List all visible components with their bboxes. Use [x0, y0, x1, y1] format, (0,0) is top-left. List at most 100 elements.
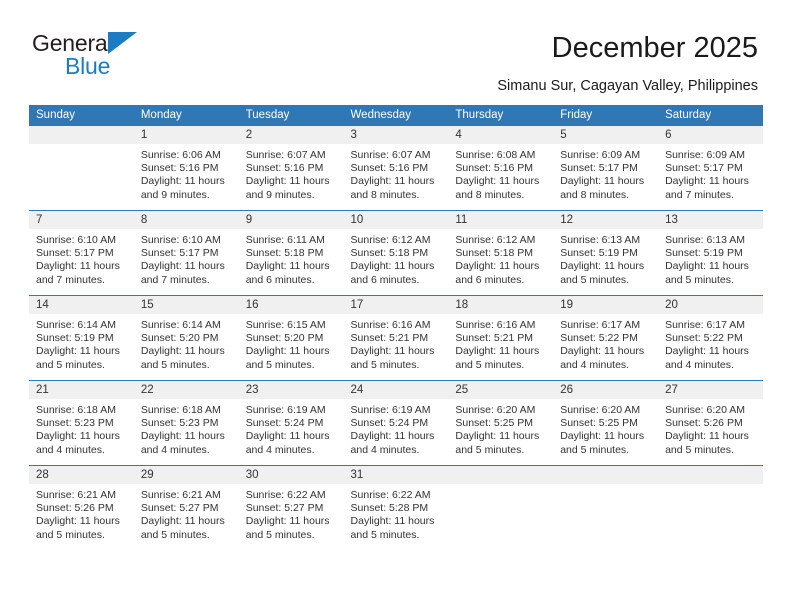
sunrise-text: Sunrise: 6:20 AM — [665, 404, 746, 416]
sunset-text: Sunset: 5:27 PM — [245, 502, 324, 515]
daylight-text: Daylight: 11 hours and 8 minutes. — [560, 175, 645, 201]
sunset-text: Sunset: 5:17 PM — [665, 162, 743, 175]
calendar-day-cell[interactable]: 15 Sunrise: 6:14 AM Sunset: 5:20 PM Dayligh… — [133, 295, 239, 381]
triangle-icon — [108, 32, 137, 54]
daylight-text: Daylight: 11 hours and 5 minutes. — [560, 260, 645, 286]
day-number: 16 — [238, 296, 344, 314]
sunrise-text: Sunrise: 6:13 AM — [560, 234, 641, 246]
sunset-text: Sunset: 5:28 PM — [350, 502, 429, 515]
calendar-day-cell[interactable]: 5 Sunrise: 6:09 AM Sunset: 5:17 PM Daylight… — [553, 126, 659, 211]
day-number — [658, 466, 763, 484]
day-number: 3 — [343, 126, 449, 144]
calendar-day-cell[interactable]: 13 Sunrise: 6:13 AM Sunset: 5:19 PM Dayligh… — [658, 210, 763, 296]
calendar-day-cell[interactable]: 10 Sunrise: 6:12 AM Sunset: 5:18 PM Dayligh… — [343, 210, 449, 296]
daylight-text: Daylight: 11 hours and 5 minutes. — [455, 345, 540, 371]
sunset-text: Sunset: 5:27 PM — [140, 502, 219, 515]
sunrise-text: Sunrise: 6:11 AM — [245, 234, 325, 246]
calendar-day-cell[interactable]: 28 Sunrise: 6:21 AM Sunset: 5:26 PM Dayligh… — [29, 465, 134, 550]
calendar-day-cell[interactable]: 7 Sunrise: 6:10 AM Sunset: 5:17 PM Daylight… — [29, 210, 134, 296]
sunset-text: Sunset: 5:18 PM — [350, 247, 429, 260]
day-number: 4 — [448, 126, 554, 144]
calendar-day-cell[interactable]: 24 Sunrise: 6:19 AM Sunset: 5:24 PM Dayligh… — [343, 380, 449, 466]
day-number: 20 — [658, 296, 763, 314]
calendar-day-cell[interactable]: 27 Sunrise: 6:20 AM Sunset: 5:26 PM Dayligh… — [658, 380, 763, 466]
sunrise-text: Sunrise: 6:10 AM — [140, 234, 221, 246]
day-sun-info: Sunrise: 6:20 AM Sunset: 5:26 PM Daylight:… — [658, 399, 763, 457]
day-number: 14 — [29, 296, 134, 314]
calendar-day-cell[interactable]: 19 Sunrise: 6:17 AM Sunset: 5:22 PM Dayligh… — [553, 295, 659, 381]
sunrise-text: Sunrise: 6:21 AM — [36, 489, 116, 501]
sunrise-text: Sunrise: 6:21 AM — [140, 489, 221, 501]
day-number: 11 — [448, 211, 554, 229]
calendar-day-cell[interactable]: 30 Sunrise: 6:22 AM Sunset: 5:27 PM Dayligh… — [238, 465, 344, 550]
calendar-day-cell[interactable]: 25 Sunrise: 6:20 AM Sunset: 5:25 PM Dayligh… — [448, 380, 554, 466]
day-sun-info: Sunrise: 6:12 AM Sunset: 5:18 PM Daylight:… — [448, 229, 553, 287]
calendar-day-cell[interactable]: 21 Sunrise: 6:18 AM Sunset: 5:23 PM Dayligh… — [29, 380, 134, 466]
day-sun-info: Sunrise: 6:15 AM Sunset: 5:20 PM Daylight:… — [239, 314, 344, 372]
sunset-text: Sunset: 5:22 PM — [560, 332, 638, 345]
sunset-text: Sunset: 5:25 PM — [560, 417, 638, 430]
weekday-header-saturday: Saturday — [658, 105, 763, 126]
calendar-day-cell[interactable]: 6 Sunrise: 6:09 AM Sunset: 5:17 PM Daylight… — [658, 126, 763, 211]
calendar-day-cell[interactable]: 4 Sunrise: 6:08 AM Sunset: 5:16 PM Daylight… — [448, 126, 554, 211]
day-number: 7 — [29, 211, 134, 229]
sunset-text: Sunset: 5:22 PM — [665, 332, 743, 345]
calendar-day-cell[interactable]: 29 Sunrise: 6:21 AM Sunset: 5:27 PM Dayligh… — [133, 465, 239, 550]
day-number: 19 — [553, 296, 659, 314]
calendar-day-cell[interactable]: 26 Sunrise: 6:20 AM Sunset: 5:25 PM Dayligh… — [553, 380, 659, 466]
calendar-day-cell[interactable]: 16 Sunrise: 6:15 AM Sunset: 5:20 PM Dayligh… — [238, 295, 344, 381]
daylight-text: Daylight: 11 hours and 5 minutes. — [245, 345, 330, 371]
day-number: 8 — [133, 211, 239, 229]
day-sun-info: Sunrise: 6:20 AM Sunset: 5:25 PM Daylight:… — [553, 399, 658, 457]
calendar-day-cell[interactable]: 20 Sunrise: 6:17 AM Sunset: 5:22 PM Dayligh… — [658, 295, 763, 381]
day-sun-info: Sunrise: 6:20 AM Sunset: 5:25 PM Daylight:… — [448, 399, 553, 457]
sunset-text: Sunset: 5:24 PM — [350, 417, 429, 430]
calendar-day-cell[interactable]: 23 Sunrise: 6:19 AM Sunset: 5:24 PM Dayligh… — [238, 380, 344, 466]
sunrise-text: Sunrise: 6:19 AM — [245, 404, 326, 416]
day-number: 29 — [133, 466, 239, 484]
sunrise-text: Sunrise: 6:13 AM — [665, 234, 746, 246]
daylight-text: Daylight: 11 hours and 8 minutes. — [350, 175, 435, 201]
calendar-week-row: 21 Sunrise: 6:18 AM Sunset: 5:23 PM Dayligh… — [29, 380, 763, 466]
calendar-day-cell[interactable]: 9 Sunrise: 6:11 AM Sunset: 5:18 PM Daylight… — [238, 210, 344, 296]
day-sun-info: Sunrise: 6:09 AM Sunset: 5:17 PM Daylight:… — [553, 144, 658, 202]
calendar-day-cell[interactable]: 2 Sunrise: 6:07 AM Sunset: 5:16 PM Daylight… — [238, 126, 344, 211]
calendar-day-cell[interactable]: 11 Sunrise: 6:12 AM Sunset: 5:18 PM Dayligh… — [448, 210, 554, 296]
sunset-text: Sunset: 5:17 PM — [140, 247, 219, 260]
calendar-page: General Blue December 2025 Simanu Sur, C… — [0, 0, 792, 612]
sunrise-text: Sunrise: 6:22 AM — [245, 489, 326, 501]
calendar-day-cell[interactable]: 3 Sunrise: 6:07 AM Sunset: 5:16 PM Daylight… — [343, 126, 449, 211]
day-number — [29, 126, 134, 144]
day-sun-info: Sunrise: 6:18 AM Sunset: 5:23 PM Daylight:… — [134, 399, 239, 457]
day-number: 10 — [343, 211, 449, 229]
day-number: 27 — [658, 381, 763, 399]
sunset-text: Sunset: 5:20 PM — [140, 332, 219, 345]
calendar-day-cell[interactable]: 12 Sunrise: 6:13 AM Sunset: 5:19 PM Dayligh… — [553, 210, 659, 296]
calendar-day-cell[interactable]: 17 Sunrise: 6:16 AM Sunset: 5:21 PM Dayligh… — [343, 295, 449, 381]
day-sun-info: Sunrise: 6:09 AM Sunset: 5:17 PM Daylight:… — [658, 144, 763, 202]
calendar-day-cell[interactable]: 1 Sunrise: 6:06 AM Sunset: 5:16 PM Daylight… — [133, 126, 239, 211]
calendar-day-cell[interactable]: 18 Sunrise: 6:16 AM Sunset: 5:21 PM Dayligh… — [448, 295, 554, 381]
calendar-body: 1 Sunrise: 6:06 AM Sunset: 5:16 PM Daylight… — [29, 126, 763, 550]
calendar-week-row: 1 Sunrise: 6:06 AM Sunset: 5:16 PM Daylight… — [29, 126, 763, 211]
calendar-table: Sunday Monday Tuesday Wednesday Thursday… — [29, 105, 763, 550]
day-number: 26 — [553, 381, 659, 399]
sunrise-text: Sunrise: 6:07 AM — [350, 149, 431, 161]
calendar-day-cell[interactable]: 31 Sunrise: 6:22 AM Sunset: 5:28 PM Dayligh… — [343, 465, 449, 550]
calendar-day-cell[interactable]: 22 Sunrise: 6:18 AM Sunset: 5:23 PM Dayligh… — [133, 380, 239, 466]
day-sun-info: Sunrise: 6:10 AM Sunset: 5:17 PM Daylight:… — [29, 229, 134, 287]
day-sun-info: Sunrise: 6:14 AM Sunset: 5:20 PM Daylight:… — [134, 314, 239, 372]
day-sun-info: Sunrise: 6:07 AM Sunset: 5:16 PM Daylight:… — [239, 144, 344, 202]
day-sun-info: Sunrise: 6:21 AM Sunset: 5:26 PM Daylight:… — [29, 484, 134, 542]
brand-name-blue: Blue — [65, 53, 111, 79]
daylight-text: Daylight: 11 hours and 5 minutes. — [36, 515, 120, 541]
day-number: 28 — [29, 466, 134, 484]
day-sun-info: Sunrise: 6:10 AM Sunset: 5:17 PM Daylight:… — [134, 229, 239, 287]
day-number: 30 — [238, 466, 344, 484]
daylight-text: Daylight: 11 hours and 5 minutes. — [36, 345, 120, 371]
day-sun-info: Sunrise: 6:12 AM Sunset: 5:18 PM Daylight:… — [344, 229, 449, 287]
daylight-text: Daylight: 11 hours and 5 minutes. — [140, 515, 225, 541]
page-title: December 2025 — [551, 32, 758, 64]
calendar-day-cell[interactable]: 14 Sunrise: 6:14 AM Sunset: 5:19 PM Dayligh… — [29, 295, 134, 381]
calendar-day-cell[interactable]: 8 Sunrise: 6:10 AM Sunset: 5:17 PM Daylight… — [133, 210, 239, 296]
